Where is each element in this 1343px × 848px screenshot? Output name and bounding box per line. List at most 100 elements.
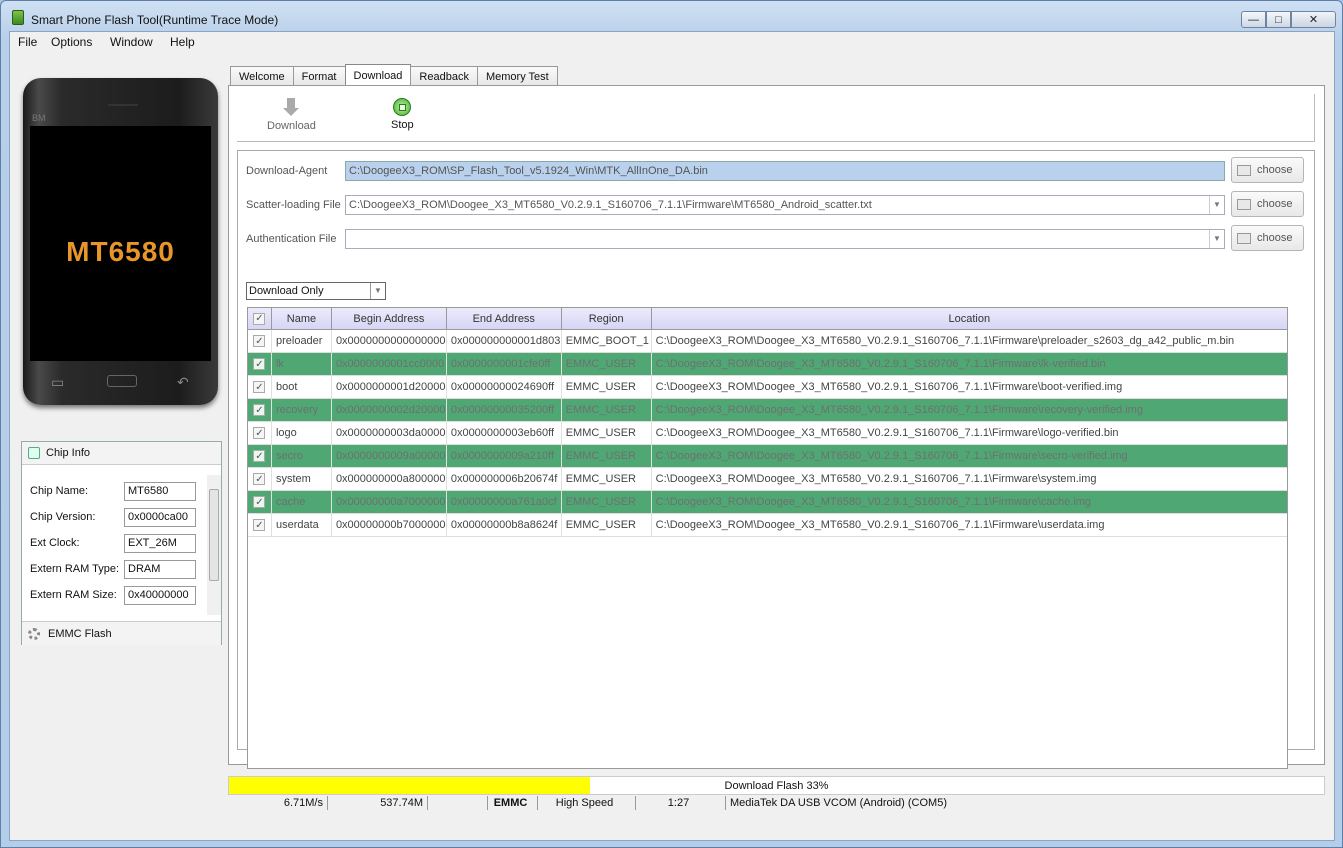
choose-auth-button[interactable]: choose bbox=[1231, 225, 1304, 251]
row-checkbox[interactable]: ✓ bbox=[248, 514, 272, 536]
region-cell: EMMC_USER bbox=[562, 491, 652, 513]
region-cell: EMMC_USER bbox=[562, 514, 652, 536]
tab-download[interactable]: Download bbox=[344, 64, 412, 86]
download-form: Download-Agent C:\DoogeeX3_ROM\SP_Flash_… bbox=[237, 150, 1315, 769]
tab-readback[interactable]: Readback bbox=[410, 66, 478, 86]
chip-version-label: Chip Version: bbox=[30, 511, 96, 523]
ext-clock-field[interactable]: EXT_26M bbox=[124, 534, 196, 553]
table-row[interactable]: ✓ system 0x000000000a800000 0x000000006b206… bbox=[248, 468, 1287, 491]
table-row[interactable]: ✓ secro 0x0000000009a00000 0x0000000009a210… bbox=[248, 445, 1287, 468]
location-cell: C:\DoogeeX3_ROM\Doogee_X3_MT6580_V0.2.9.… bbox=[655, 496, 1092, 508]
menu-help[interactable]: Help bbox=[170, 35, 195, 49]
row-checkbox[interactable]: ✓ bbox=[248, 376, 272, 398]
download-button[interactable]: Download bbox=[267, 98, 316, 132]
chip-info-scrollbar[interactable] bbox=[207, 475, 221, 615]
begin-address-cell: 0x00000000a7000000 bbox=[332, 491, 447, 513]
chip-version-field[interactable]: 0x0000ca00 bbox=[124, 508, 196, 527]
begin-address-cell: 0x0000000001cc0000 bbox=[332, 353, 447, 375]
scrollbar-thumb[interactable] bbox=[209, 489, 219, 581]
ram-type-field[interactable]: DRAM bbox=[124, 560, 196, 579]
table-row[interactable]: ✓ lk 0x0000000001cc0000 0x0000000001cfe0ff E… bbox=[248, 353, 1287, 376]
select-all-checkbox[interactable]: ✓ bbox=[248, 308, 272, 329]
col-begin-address[interactable]: Begin Address bbox=[332, 308, 447, 329]
phone-chip-label: MT6580 bbox=[66, 236, 175, 267]
table-row[interactable]: ✓ recovery 0x0000000002d20000 0x00000000035… bbox=[248, 399, 1287, 422]
close-button[interactable]: ✕ bbox=[1291, 11, 1336, 28]
location-cell: C:\DoogeeX3_ROM\Doogee_X3_MT6580_V0.2.9.… bbox=[655, 473, 1097, 485]
row-checkbox[interactable]: ✓ bbox=[248, 399, 272, 421]
client-area: File Options Window Help BM MT6580 ▭ ↶ C… bbox=[9, 31, 1335, 841]
row-checkbox[interactable]: ✓ bbox=[248, 330, 272, 352]
region-cell: EMMC_USER bbox=[562, 422, 652, 444]
download-agent-input[interactable]: C:\DoogeeX3_ROM\SP_Flash_Tool_v5.1924_Wi… bbox=[345, 161, 1225, 181]
location-cell: C:\DoogeeX3_ROM\Doogee_X3_MT6580_V0.2.9.… bbox=[655, 404, 1143, 416]
chip-info-panel: Chip Info Chip Name: MT6580 Chip Version… bbox=[21, 441, 222, 645]
begin-address-cell: 0x0000000000000000 bbox=[332, 330, 447, 352]
maximize-button[interactable]: □ bbox=[1266, 11, 1291, 28]
col-end-address[interactable]: End Address bbox=[447, 308, 562, 329]
status-bar: 6.71M/s 537.74M EMMC High Speed 1:27 Med… bbox=[228, 796, 1325, 810]
region-cell: EMMC_USER bbox=[562, 468, 652, 490]
region-cell: EMMC_BOOT_1 bbox=[562, 330, 652, 352]
table-row[interactable]: ✓ userdata 0x00000000b7000000 0x00000000b8a… bbox=[248, 514, 1287, 537]
partition-name-cell: cache bbox=[272, 491, 332, 513]
table-body: ✓ preloader 0x0000000000000000 0x0000000000… bbox=[248, 330, 1287, 537]
download-mode-select[interactable]: Download Only ▼ bbox=[246, 282, 386, 300]
partition-name-cell: recovery bbox=[272, 399, 332, 421]
row-checkbox[interactable]: ✓ bbox=[248, 445, 272, 467]
tab-memory-test[interactable]: Memory Test bbox=[476, 66, 558, 86]
tab-format[interactable]: Format bbox=[292, 66, 346, 86]
tab-welcome[interactable]: Welcome bbox=[230, 66, 294, 86]
begin-address-cell: 0x00000000b7000000 bbox=[332, 514, 447, 536]
status-blank bbox=[428, 796, 488, 810]
partition-name-cell: secro bbox=[272, 445, 332, 467]
table-row[interactable]: ✓ logo 0x0000000003da0000 0x0000000003eb60f… bbox=[248, 422, 1287, 445]
chip-name-field[interactable]: MT6580 bbox=[124, 482, 196, 501]
minimize-button[interactable]: — bbox=[1241, 11, 1266, 28]
location-cell: C:\DoogeeX3_ROM\Doogee_X3_MT6580_V0.2.9.… bbox=[655, 335, 1235, 347]
chevron-down-icon: ▼ bbox=[1209, 196, 1224, 214]
region-cell: EMMC_USER bbox=[562, 399, 652, 421]
begin-address-cell: 0x0000000009a00000 bbox=[332, 445, 447, 467]
emmc-flash-header[interactable]: EMMC Flash bbox=[22, 621, 221, 645]
menu-options[interactable]: Options bbox=[51, 35, 92, 49]
row-checkbox[interactable]: ✓ bbox=[248, 353, 272, 375]
table-header: ✓ Name Begin Address End Address Region … bbox=[248, 308, 1287, 330]
choose-scatter-button[interactable]: choose bbox=[1231, 191, 1304, 217]
end-address-cell: 0x00000000b8a8624f bbox=[447, 514, 562, 536]
toolbar: Download Stop bbox=[237, 94, 1315, 142]
ram-size-field[interactable]: 0x40000000 bbox=[124, 586, 196, 605]
partition-name-cell: userdata bbox=[272, 514, 332, 536]
menu-window[interactable]: Window bbox=[110, 35, 153, 49]
stop-icon bbox=[393, 98, 412, 116]
end-address-cell: 0x0000000003eb60ff bbox=[447, 422, 562, 444]
chevron-down-icon: ▼ bbox=[1209, 230, 1224, 248]
chevron-down-icon: ▼ bbox=[370, 283, 385, 299]
row-checkbox[interactable]: ✓ bbox=[248, 468, 272, 490]
progress-text: Download Flash 33% bbox=[724, 780, 829, 792]
row-checkbox[interactable]: ✓ bbox=[248, 422, 272, 444]
table-row[interactable]: ✓ preloader 0x0000000000000000 0x0000000000… bbox=[248, 330, 1287, 353]
end-address-cell: 0x00000000024690ff bbox=[447, 376, 562, 398]
status-speed: 6.71M/s bbox=[228, 796, 328, 810]
col-name[interactable]: Name bbox=[272, 308, 332, 329]
chip-info-header[interactable]: Chip Info bbox=[22, 442, 221, 465]
phone-image: BM MT6580 ▭ ↶ bbox=[23, 78, 218, 405]
end-address-cell: 0x0000000009a210ff bbox=[447, 445, 562, 467]
status-time: 1:27 bbox=[636, 796, 726, 810]
app-icon bbox=[12, 10, 24, 25]
chip-name-label: Chip Name: bbox=[30, 485, 89, 497]
choose-da-button[interactable]: choose bbox=[1231, 157, 1304, 183]
col-region[interactable]: Region bbox=[562, 308, 652, 329]
auth-file-select[interactable]: ▼ bbox=[345, 229, 1225, 249]
table-row[interactable]: ✓ boot 0x0000000001d20000 0x00000000024690f… bbox=[248, 376, 1287, 399]
stop-button[interactable]: Stop bbox=[391, 98, 414, 131]
menu-key-icon: ▭ bbox=[51, 374, 65, 390]
scatter-file-select[interactable]: C:\DoogeeX3_ROM\Doogee_X3_MT6580_V0.2.9.… bbox=[345, 195, 1225, 215]
row-checkbox[interactable]: ✓ bbox=[248, 491, 272, 513]
status-port: MediaTek DA USB VCOM (Android) (COM5) bbox=[730, 797, 947, 809]
menu-file[interactable]: File bbox=[18, 35, 37, 49]
table-row[interactable]: ✓ cache 0x00000000a7000000 0x00000000a761a0… bbox=[248, 491, 1287, 514]
col-location[interactable]: Location bbox=[652, 308, 1287, 329]
phone-speaker bbox=[108, 104, 138, 106]
